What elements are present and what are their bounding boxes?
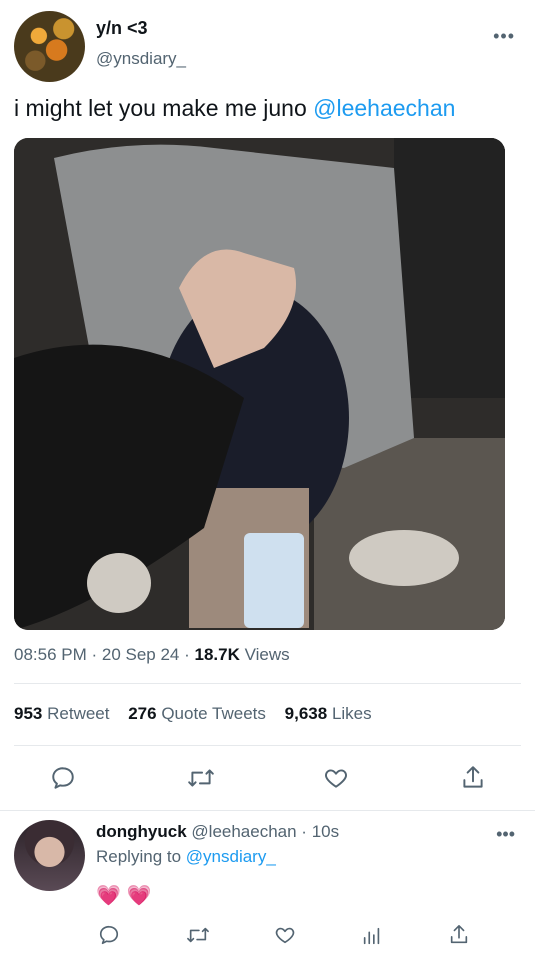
likes-stat[interactable]: 9,638 Likes: [285, 704, 372, 723]
retweet-icon[interactable]: [186, 924, 210, 946]
reply-age: 10s: [311, 822, 340, 841]
divider: [14, 745, 521, 746]
tweet-text: i might let you make me juno @leehaechan: [14, 95, 455, 122]
quotes-stat[interactable]: 276 Quote Tweets: [128, 704, 266, 723]
views-count: 18.7K: [194, 645, 240, 664]
share-icon[interactable]: [448, 923, 470, 947]
like-icon[interactable]: [273, 924, 297, 946]
replying-to-label: Replying to: [96, 847, 186, 866]
views-label: Views: [244, 645, 290, 664]
divider: [14, 683, 521, 684]
reply-header: donghyuck @leehaechan · 10s: [96, 822, 340, 841]
tweet-photo[interactable]: [14, 138, 505, 630]
engagement-stats: 953 Retweet 276 Quote Tweets 9,638 Likes: [14, 704, 372, 724]
author-name[interactable]: y/n <3: [96, 18, 148, 39]
section-separator: [0, 810, 535, 811]
reply-icon[interactable]: [98, 924, 120, 946]
photo-illustration: [14, 138, 505, 630]
mention-link[interactable]: @leehaechan: [313, 95, 455, 121]
analytics-icon[interactable]: [361, 925, 383, 947]
replying-to-mention[interactable]: @ynsdiary_: [186, 847, 276, 866]
author-avatar[interactable]: [14, 11, 85, 82]
tweet-body: i might let you make me juno: [14, 95, 314, 121]
retweets-stat[interactable]: 953 Retweet: [14, 704, 109, 723]
share-icon[interactable]: [460, 764, 486, 792]
reply-text: 💗 💗: [96, 885, 152, 907]
like-icon[interactable]: [322, 765, 350, 791]
reply-icon[interactable]: [50, 765, 76, 791]
retweet-icon[interactable]: [187, 765, 215, 791]
reply-author-avatar[interactable]: [14, 820, 85, 891]
tweet-meta: 08:56 PM · 20 Sep 24 · 18.7K Views: [14, 645, 290, 664]
tweet-date: 20 Sep 24: [101, 645, 180, 664]
reply-author-name[interactable]: donghyuck: [96, 822, 187, 841]
reply-author-handle[interactable]: @leehaechan: [191, 822, 296, 841]
reply-more-options-icon[interactable]: •••: [496, 824, 515, 845]
more-options-icon[interactable]: •••: [493, 26, 515, 47]
author-handle[interactable]: @ynsdiary_: [96, 49, 186, 69]
replying-to: Replying to @ynsdiary_: [96, 847, 276, 867]
tweet-time: 08:56 PM: [14, 645, 87, 664]
